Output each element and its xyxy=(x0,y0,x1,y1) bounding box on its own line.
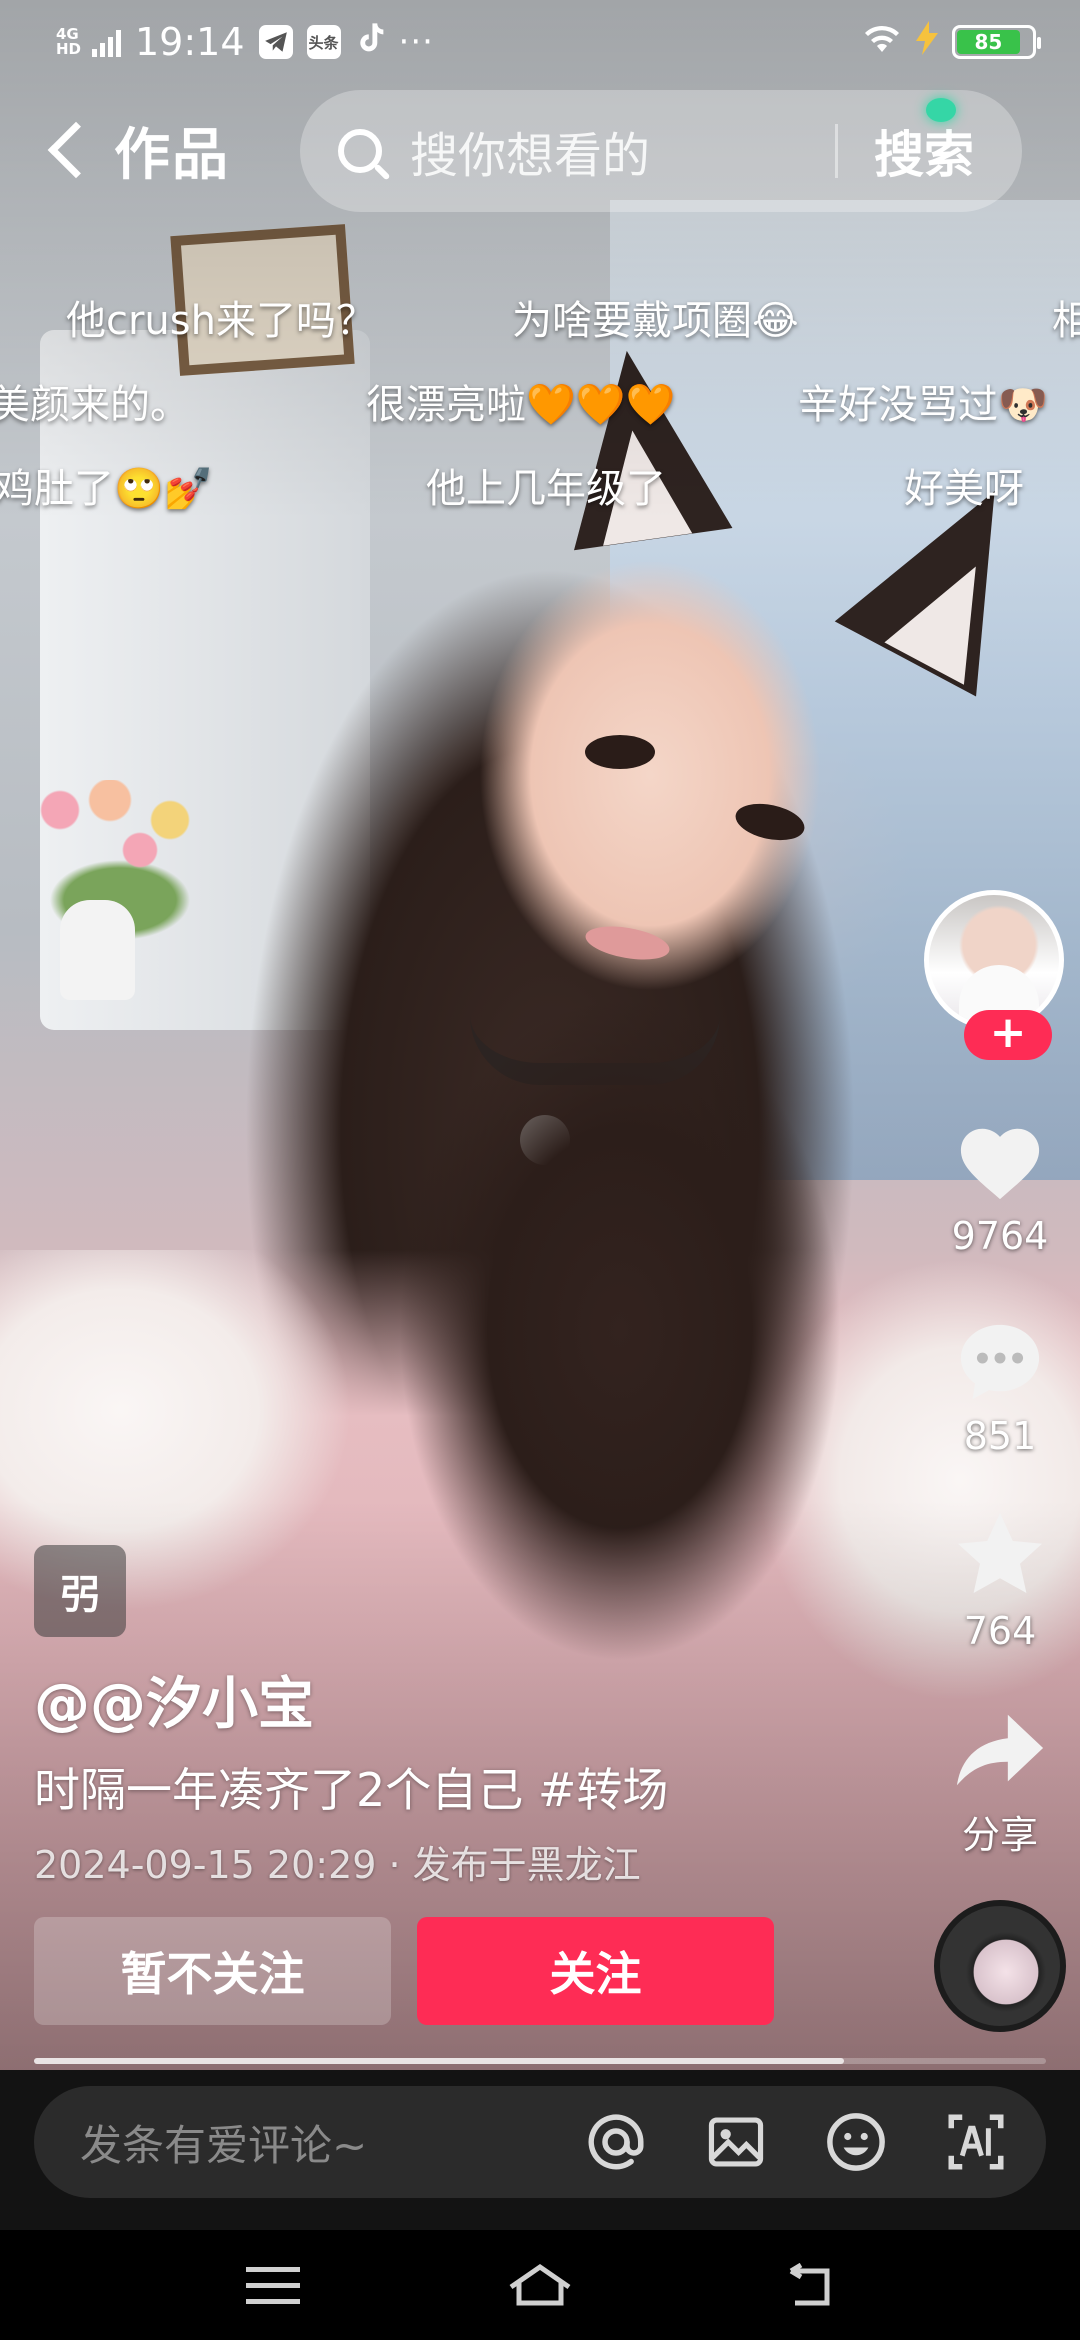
heart-icon xyxy=(920,1110,1080,1210)
top-header: 作品 搜你想看的 搜索 xyxy=(0,90,1080,215)
danmaku-layer: 他crush来了吗？ 为啥要戴项圈😂 相 美颜来的。 很漂亮啦🧡🧡🧡 辛好没骂过… xyxy=(0,280,1080,512)
chevron-left-icon xyxy=(47,121,105,179)
clock: 19:14 xyxy=(135,20,245,64)
not-follow-button[interactable]: 暂不关注 xyxy=(34,1917,391,2025)
follow-button[interactable]: 关注 xyxy=(417,1917,774,2025)
danmaku-item: 他crush来了吗？ xyxy=(66,298,376,344)
back-arrow-icon xyxy=(789,2263,830,2306)
at-icon[interactable] xyxy=(582,2108,650,2176)
follow-plus-button[interactable]: + xyxy=(964,1010,1052,1060)
follow-actions: 暂不关注 关注 xyxy=(34,1917,774,2025)
comment-input[interactable]: 发条有爱评论~ xyxy=(80,2112,582,2173)
emoji-icon[interactable] xyxy=(822,2108,890,2176)
like-count: 9764 xyxy=(951,1214,1049,1258)
share-label: 分享 xyxy=(961,1813,1038,1857)
share-arrow-icon xyxy=(920,1700,1080,1800)
ai-icon[interactable] xyxy=(942,2108,1010,2176)
network-type: 4G HD xyxy=(56,25,82,58)
toutiao-icon: 头条 xyxy=(306,25,341,59)
danmaku-item: 很漂亮啦🧡🧡🧡 xyxy=(366,382,676,428)
status-bar: 4G HD 19:14 头条 ··· 85 xyxy=(0,0,1080,84)
danmaku-item: 美颜来的。 xyxy=(0,382,190,428)
wifi-icon xyxy=(862,22,902,63)
comment-icon xyxy=(920,1310,1080,1410)
battery-level: 85 xyxy=(957,30,1020,54)
screen: 4G HD 19:14 头条 ··· 85 作品 搜你想看的 搜索 他crush… xyxy=(0,0,1080,2340)
search-button[interactable]: 搜索 xyxy=(874,115,974,187)
danmaku-item: 鸡肚了🙄💅 xyxy=(0,466,214,512)
comment-bar-area: 发条有爱评论~ xyxy=(0,2070,1080,2230)
charging-icon xyxy=(916,21,938,63)
image-icon[interactable] xyxy=(702,2108,770,2176)
home-nav-button[interactable] xyxy=(495,2250,585,2320)
author-name[interactable]: @@汐小宝 xyxy=(34,1659,894,1740)
action-rail: + 9764 851 764 分享 xyxy=(920,890,1080,2060)
page-title: 作品 xyxy=(114,122,230,188)
back-button[interactable]: 作品 xyxy=(40,110,230,190)
favorite-button[interactable]: 764 xyxy=(920,1505,1080,1653)
video-info: 弜 @@汐小宝 时隔一年凑齐了2个自己 #转场 2024-09-15 20:29… xyxy=(34,1545,894,1889)
hamburger-icon xyxy=(246,2267,301,2304)
danmaku-item: 为啥要戴项圈😂 xyxy=(512,298,799,344)
signal-icon: 4G HD xyxy=(56,27,121,57)
like-button[interactable]: 9764 xyxy=(920,1110,1080,1258)
battery-icon: 85 xyxy=(952,25,1041,59)
progress-fill xyxy=(34,2058,844,2064)
search-icon xyxy=(338,129,382,173)
home-icon xyxy=(509,2263,571,2306)
danmaku-item: 好美呀 xyxy=(904,466,1024,512)
publish-meta: 2024-09-15 20:29 · 发布于黑龙江 xyxy=(34,1843,641,1887)
subject-eye xyxy=(585,735,655,769)
badge-tag[interactable]: 弜 xyxy=(34,1545,126,1637)
danmaku-item: 辛好没骂过🐶 xyxy=(798,382,1048,428)
battery-percent: 85 xyxy=(974,30,1003,54)
video-progress[interactable] xyxy=(34,2058,1046,2064)
indicator-dot xyxy=(926,98,956,122)
bg-vase xyxy=(60,900,135,1000)
danmaku-item: 相 xyxy=(1052,298,1080,344)
more-notifications-icon: ··· xyxy=(398,22,434,62)
comment-button[interactable]: 851 xyxy=(920,1310,1080,1458)
search-input[interactable]: 搜你想看的 xyxy=(410,116,835,186)
comment-bar[interactable]: 发条有爱评论~ xyxy=(34,2086,1046,2198)
search-divider xyxy=(835,124,838,178)
favorite-count: 764 xyxy=(963,1609,1037,1653)
video-description[interactable]: 时隔一年凑齐了2个自己 #转场 xyxy=(34,1754,894,1820)
search-bar[interactable]: 搜你想看的 搜索 xyxy=(300,90,1022,212)
share-button[interactable]: 分享 xyxy=(920,1700,1080,1859)
comment-count: 851 xyxy=(963,1414,1037,1458)
menu-nav-button[interactable] xyxy=(228,2250,318,2320)
tiktok-icon xyxy=(355,21,385,64)
back-nav-button[interactable] xyxy=(762,2250,852,2320)
telegram-icon xyxy=(258,25,293,59)
danmaku-item: 他上几年级了 xyxy=(426,466,666,512)
star-icon xyxy=(920,1505,1080,1605)
music-disc[interactable] xyxy=(934,1900,1066,2032)
subject-face xyxy=(480,560,820,990)
system-nav-bar xyxy=(0,2230,1080,2340)
